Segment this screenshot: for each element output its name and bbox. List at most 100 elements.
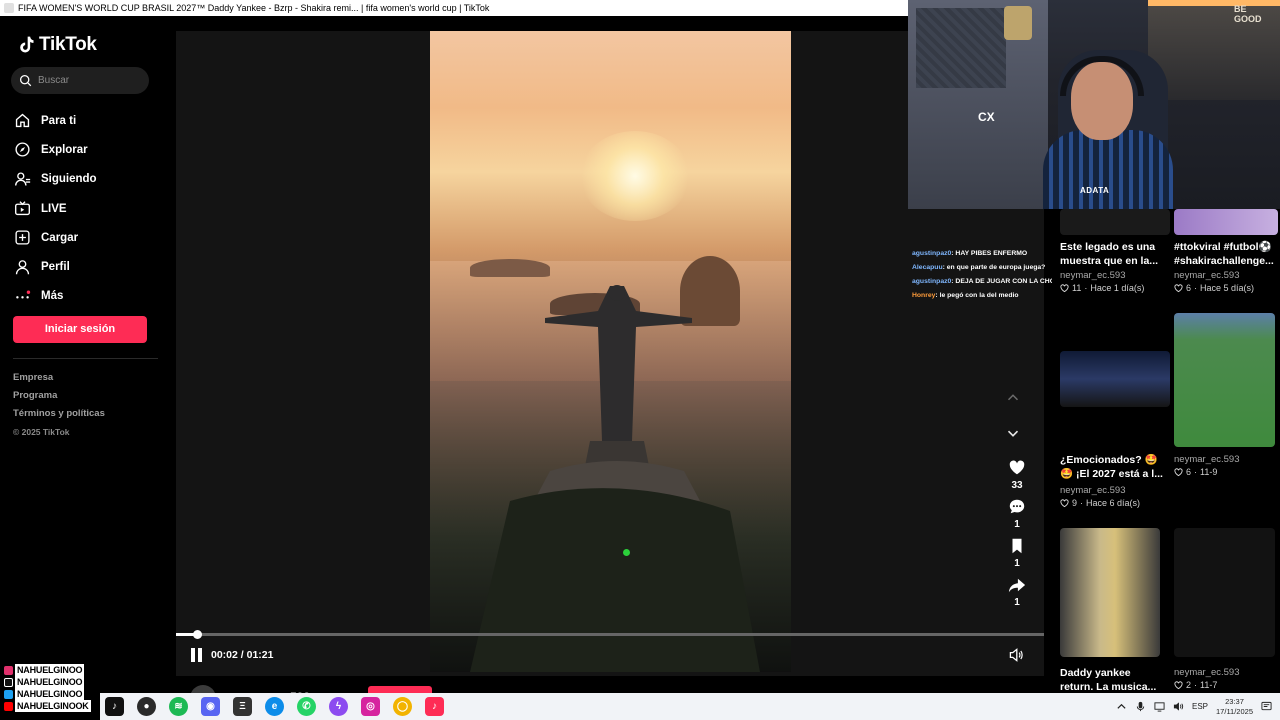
search-input[interactable] [38, 75, 138, 86]
video-christ-statue [470, 285, 760, 672]
spotify-app-icon[interactable]: ≋ [169, 697, 188, 716]
pause-button[interactable] [191, 648, 205, 662]
tiktok-app-icon[interactable]: ♪ [105, 697, 124, 716]
share-count: 1 [1014, 597, 1020, 608]
video-card[interactable]: ¿Emocionados? 🤩 🤩 ¡El 2027 está a l... n… [1060, 351, 1170, 510]
webcam-overlay: CX ADATA BE GOOD [908, 0, 1280, 209]
video-thumbnail[interactable] [1174, 209, 1278, 235]
video-thumbnail[interactable] [1060, 528, 1160, 657]
social-tag-tiktok: NAHUELGINOO [4, 676, 96, 688]
sidebar-item-explorar[interactable]: Explorar [14, 135, 164, 164]
video-likes: 6 [1186, 283, 1192, 293]
tiktok-app-2-icon[interactable]: ♪ [425, 697, 444, 716]
twitter-icon [4, 689, 13, 699]
chat-user: agustinpaz0 [912, 250, 952, 257]
chevron-up-tray-icon[interactable] [1116, 701, 1127, 712]
video-meta: 9 · Hace 6 día(s) [1060, 497, 1170, 510]
related-videos: Este legado es una muestra que en la... … [1052, 209, 1280, 693]
progress-bar[interactable] [176, 630, 1044, 639]
video-thumbnail[interactable] [1060, 351, 1170, 407]
video-thumbnail[interactable] [1174, 313, 1275, 447]
screen: FIFA WOMEN'S WORLD CUP BRASIL 2027™ Dadd… [0, 0, 1280, 720]
progress-handle[interactable] [192, 630, 202, 639]
login-button[interactable]: Iniciar sesión [13, 316, 147, 343]
chat-message: Honrey: le pegó con la del medio [912, 289, 1060, 303]
more-icon [16, 290, 31, 299]
sidebar-item-para-ti[interactable]: Para ti [14, 106, 164, 135]
video-author[interactable]: neymar_ec.593 [1174, 666, 1275, 679]
bookmark-icon [1012, 538, 1022, 554]
sidebar-item-label: Explorar [41, 143, 88, 156]
network-icon[interactable] [1154, 701, 1165, 712]
save-button[interactable]: 1 [1004, 537, 1030, 569]
chat-message: agustinpaz0: HAY PIBES ENFERMO [912, 247, 1060, 261]
video-author[interactable]: neymar_ec.593 [1060, 269, 1170, 282]
sidebar-item-mas[interactable]: Más [14, 282, 164, 311]
video-author[interactable]: neymar_ec.593 [1174, 453, 1275, 466]
youtube-icon [4, 701, 13, 711]
footer-link-terminos[interactable]: Términos y políticas [13, 405, 105, 423]
video-author[interactable]: neymar_ec.593 [1174, 269, 1278, 282]
video-card[interactable]: Daddy yankee return. La musica... [1060, 528, 1160, 696]
video-title[interactable]: #ttokviral #futbol⚽ #shakirachallenge... [1174, 240, 1278, 268]
video-likes: 9 [1072, 498, 1078, 508]
whatsapp-app-icon[interactable]: ✆ [297, 697, 316, 716]
footer-link-programa[interactable]: Programa [13, 387, 105, 405]
microphone-icon[interactable] [1135, 701, 1146, 712]
social-handle: NAHUELGINOO [15, 676, 85, 688]
video-title[interactable]: Este legado es una muestra que en la... [1060, 240, 1170, 268]
sidebar-item-label: Cargar [41, 231, 79, 244]
launcher-app-icon[interactable]: Ξ [233, 697, 252, 716]
video-card[interactable]: neymar_ec.593 6 · 11-9 [1174, 313, 1275, 479]
clock-date: 17/11/2025 [1216, 706, 1253, 716]
comment-button[interactable]: 1 [1004, 498, 1030, 530]
speaker-icon[interactable] [1173, 701, 1184, 712]
compass-icon [15, 142, 30, 157]
video-card[interactable]: neymar_ec.593 2 · 11-7 [1174, 528, 1275, 692]
video-likes: 6 [1186, 467, 1192, 477]
webcam-acoustic-panel [916, 8, 1006, 88]
obs-app-icon[interactable]: ● [137, 697, 156, 716]
sidebar-item-cargar[interactable]: Cargar [14, 223, 164, 252]
pause-bar-left [191, 648, 195, 662]
video-frame[interactable] [430, 31, 791, 672]
volume-icon[interactable] [1008, 647, 1024, 663]
chevron-down-icon[interactable] [1004, 424, 1022, 442]
notifications-icon[interactable] [1261, 701, 1272, 712]
language-indicator[interactable]: ESP [1192, 702, 1208, 711]
discord-app-icon[interactable]: ◉ [201, 697, 220, 716]
heart-outline-icon [1174, 468, 1183, 477]
sidebar-item-live[interactable]: LIVE [14, 194, 164, 223]
edge-app-icon[interactable]: e [265, 697, 284, 716]
sidebar-footer: Empresa Programa Términos y políticas © … [13, 369, 105, 441]
messenger-app-icon[interactable]: ϟ [329, 697, 348, 716]
social-tag-youtube: NAHUELGINOOK [4, 700, 96, 712]
sidebar-item-perfil[interactable]: Perfil [14, 252, 164, 281]
upload-icon [15, 230, 30, 245]
like-button[interactable]: 33 [1004, 459, 1030, 491]
taskbar-apps: ♪ ● ≋ ◉ Ξ e ✆ ϟ ◎ ◯ ♪ [105, 697, 444, 716]
video-title[interactable]: ¿Emocionados? 🤩 🤩 ¡El 2027 está a l... [1060, 453, 1170, 483]
video-thumbnail[interactable] [1060, 209, 1170, 235]
chrome-app-icon[interactable]: ◯ [393, 697, 412, 716]
video-card[interactable]: Este legado es una muestra que en la... … [1060, 209, 1170, 295]
pause-bar-right [198, 648, 202, 662]
meta-sep: · [1194, 283, 1198, 293]
profile-icon [15, 259, 30, 274]
sidebar-item-label: LIVE [41, 202, 67, 215]
taskbar-clock[interactable]: 23:37 17/11/2025 [1216, 697, 1253, 717]
video-card[interactable]: #ttokviral #futbol⚽ #shakirachallenge...… [1174, 209, 1278, 295]
search-box[interactable] [11, 67, 149, 94]
footer-link-empresa[interactable]: Empresa [13, 369, 105, 387]
sidebar-item-siguiendo[interactable]: Siguiendo [14, 165, 164, 194]
webcam-text-adata: ADATA [1080, 186, 1110, 195]
video-author[interactable]: neymar_ec.593 [1060, 484, 1170, 497]
instagram-app-icon[interactable]: ◎ [361, 697, 380, 716]
video-meta: 11 · Hace 1 día(s) [1060, 282, 1170, 295]
tiktok-logo[interactable]: TikTok [16, 34, 97, 56]
social-handle: NAHUELGINOO [15, 664, 85, 676]
video-title[interactable]: Daddy yankee return. La musica... [1060, 666, 1160, 696]
share-button[interactable]: 1 [1004, 576, 1030, 608]
chevron-up-icon[interactable] [1004, 389, 1022, 407]
video-thumbnail[interactable] [1174, 528, 1275, 657]
